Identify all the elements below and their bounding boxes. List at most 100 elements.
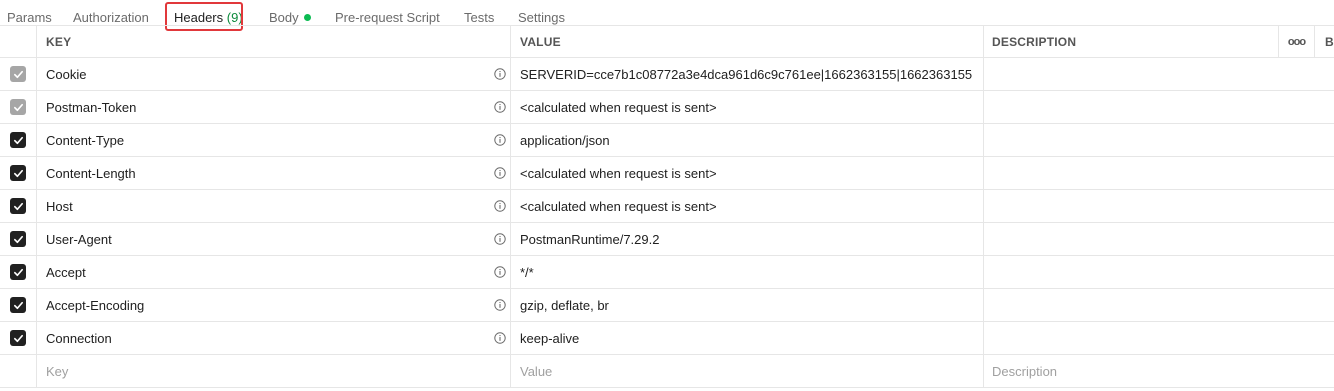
header-check-cell	[0, 26, 36, 57]
row-check-cell	[0, 256, 36, 288]
table-row: Host <calculated when request is sent>	[0, 190, 1334, 223]
enable-checkbox[interactable]	[10, 198, 26, 214]
table-row: Accept */*	[0, 256, 1334, 289]
header-value: SERVERID=cce7b1c08772a3e4dca961d6c9c761e…	[520, 66, 973, 82]
header-value-cell[interactable]: <calculated when request is sent>	[510, 190, 983, 222]
info-icon[interactable]	[494, 101, 506, 113]
header-value-cell[interactable]: SERVERID=cce7b1c08772a3e4dca961d6c9c761e…	[510, 58, 983, 90]
new-description-input[interactable]: Description	[983, 355, 1278, 387]
info-icon[interactable]	[494, 233, 506, 245]
header-key-cell[interactable]: Content-Length	[36, 157, 510, 189]
header-value-cell[interactable]: application/json	[510, 124, 983, 156]
more-options-button[interactable]: ooo	[1278, 26, 1314, 57]
row-check-cell	[0, 157, 36, 189]
header-value: */*	[520, 264, 534, 280]
header-key: Host	[46, 198, 73, 214]
header-value: <calculated when request is sent>	[520, 198, 717, 214]
header-description-cell[interactable]	[983, 256, 1278, 288]
row-check-cell	[0, 58, 36, 90]
enable-checkbox[interactable]	[10, 99, 26, 115]
header-value: <calculated when request is sent>	[520, 165, 717, 181]
check-icon	[13, 69, 24, 80]
header-description-cell[interactable]	[983, 124, 1278, 156]
new-header-row: Key Value Description	[0, 355, 1334, 388]
header-value-cell[interactable]: PostmanRuntime/7.29.2	[510, 223, 983, 255]
new-key-input[interactable]: Key	[36, 355, 510, 387]
table-row: User-Agent PostmanRuntime/7.29.2	[0, 223, 1334, 256]
header-description-cell[interactable]	[983, 322, 1278, 354]
info-icon[interactable]	[494, 266, 506, 278]
info-icon[interactable]	[494, 200, 506, 212]
header-description-cell[interactable]	[983, 157, 1278, 189]
info-icon[interactable]	[494, 167, 506, 179]
column-header-value: VALUE	[510, 26, 983, 57]
header-key: Content-Length	[46, 165, 136, 181]
header-key-cell[interactable]: Content-Type	[36, 124, 510, 156]
info-icon[interactable]	[494, 134, 506, 146]
header-description-cell[interactable]	[983, 91, 1278, 123]
enable-checkbox[interactable]	[10, 231, 26, 247]
row-check-cell	[0, 289, 36, 321]
header-key: Cookie	[46, 66, 87, 82]
table-row: Content-Type application/json	[0, 124, 1334, 157]
more-horizontal-icon: ooo	[1287, 35, 1306, 48]
header-value-cell[interactable]: keep-alive	[510, 322, 983, 354]
header-value-cell[interactable]: */*	[510, 256, 983, 288]
enable-checkbox[interactable]	[10, 330, 26, 346]
header-key: Postman-Token	[46, 99, 137, 115]
header-description-cell[interactable]	[983, 289, 1278, 321]
header-description-cell[interactable]	[983, 223, 1278, 255]
column-header-description: DESCRIPTION	[983, 26, 1278, 57]
header-key-cell[interactable]: Accept-Encoding	[36, 289, 510, 321]
header-value-cell[interactable]: <calculated when request is sent>	[510, 157, 983, 189]
table-row: Postman-Token <calculated when request is…	[0, 91, 1334, 124]
table-row: Connection keep-alive	[0, 322, 1334, 355]
enable-checkbox[interactable]	[10, 66, 26, 82]
enable-checkbox[interactable]	[10, 165, 26, 181]
enable-checkbox[interactable]	[10, 132, 26, 148]
enable-checkbox[interactable]	[10, 297, 26, 313]
info-icon[interactable]	[494, 299, 506, 311]
header-value: gzip, deflate, br	[520, 297, 609, 313]
header-value: PostmanRuntime/7.29.2	[520, 231, 660, 247]
header-value: keep-alive	[520, 330, 580, 346]
header-value-cell[interactable]: gzip, deflate, br	[510, 289, 983, 321]
header-value-cell[interactable]: <calculated when request is sent>	[510, 91, 983, 123]
header-key-cell[interactable]: Accept	[36, 256, 510, 288]
check-icon	[13, 201, 24, 212]
header-key-cell[interactable]: Connection	[36, 322, 510, 354]
bulk-edit-button[interactable]: B	[1314, 26, 1334, 57]
row-check-cell	[0, 190, 36, 222]
header-key: Accept	[46, 264, 86, 280]
table-row: Cookie SERVERID=cce7b1c08772a3e4dca961d6c…	[0, 58, 1334, 91]
check-icon	[13, 168, 24, 179]
header-value: <calculated when request is sent>	[520, 99, 717, 115]
header-key: Accept-Encoding	[46, 297, 145, 313]
header-description-cell[interactable]	[983, 190, 1278, 222]
header-key-cell[interactable]: User-Agent	[36, 223, 510, 255]
column-header-key: KEY	[36, 26, 510, 57]
header-key: User-Agent	[46, 231, 112, 247]
table-header-row: KEY VALUE DESCRIPTION ooo B	[0, 25, 1334, 58]
check-icon	[13, 333, 24, 344]
header-key-cell[interactable]: Host	[36, 190, 510, 222]
header-description-cell[interactable]	[983, 58, 1278, 90]
row-check-cell	[0, 223, 36, 255]
new-row-check-cell	[0, 355, 36, 387]
check-icon	[13, 102, 24, 113]
header-key-cell[interactable]: Cookie	[36, 58, 510, 90]
header-key-cell[interactable]: Postman-Token	[36, 91, 510, 123]
row-check-cell	[0, 124, 36, 156]
row-check-cell	[0, 322, 36, 354]
tab-body-label: Body	[269, 10, 299, 25]
enable-checkbox[interactable]	[10, 264, 26, 280]
header-key: Content-Type	[46, 132, 125, 148]
check-icon	[13, 267, 24, 278]
header-value: application/json	[520, 132, 610, 148]
new-value-input[interactable]: Value	[510, 355, 983, 387]
check-icon	[13, 135, 24, 146]
header-key: Connection	[46, 330, 112, 346]
check-icon	[13, 300, 24, 311]
info-icon[interactable]	[494, 68, 506, 80]
info-icon[interactable]	[494, 332, 506, 344]
